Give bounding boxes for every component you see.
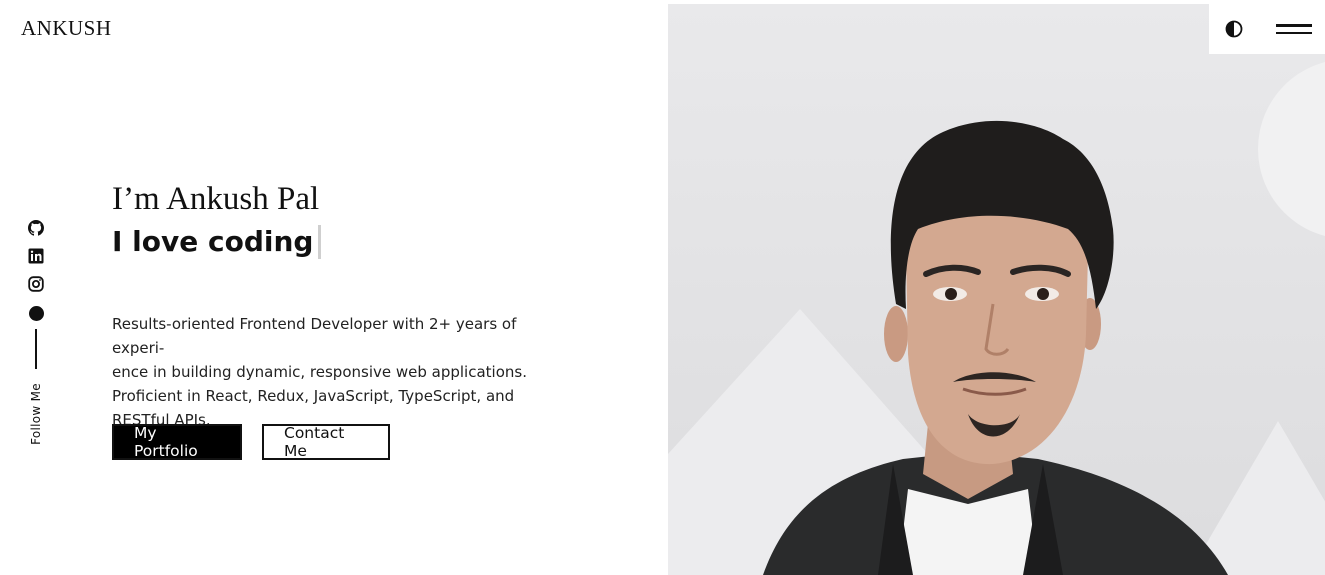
github-icon[interactable]	[28, 220, 44, 236]
follow-me-label: Follow Me	[29, 383, 43, 445]
half-circle-contrast-icon[interactable]	[1225, 20, 1243, 38]
page: ANKUSH Follow Me I’m Ankush Pal I love c…	[0, 0, 1325, 575]
social-rail: Follow Me	[26, 220, 46, 445]
hero-buttons: My Portfolio Contact Me	[112, 424, 390, 460]
header-controls	[1209, 4, 1325, 54]
dot-icon[interactable]	[28, 306, 44, 321]
description-line: Results-oriented Frontend Developer with…	[112, 315, 517, 357]
description-line: ence in building dynamic, responsive web…	[112, 363, 527, 381]
menu-bar	[1276, 24, 1312, 27]
hero-description: Results-oriented Frontend Developer with…	[112, 312, 572, 432]
menu-bar	[1276, 31, 1312, 34]
my-portfolio-button[interactable]: My Portfolio	[112, 424, 242, 460]
profile-photo-illustration	[668, 4, 1325, 575]
site-logo[interactable]: ANKUSH	[21, 16, 112, 41]
hero-tagline-wrap: I love coding	[112, 225, 582, 259]
hamburger-menu-icon[interactable]	[1276, 20, 1312, 38]
contact-me-button[interactable]: Contact Me	[262, 424, 390, 460]
hero-greeting: I’m Ankush Pal	[112, 181, 320, 217]
typing-caret	[318, 225, 322, 259]
linkedin-icon[interactable]	[28, 248, 44, 264]
hero-intro: I’m Ankush Pal I love coding	[112, 180, 582, 259]
hero-tagline: I love coding	[112, 225, 314, 258]
instagram-icon[interactable]	[28, 276, 44, 292]
description-line: Proficient in React, Redux, JavaScript, …	[112, 387, 515, 405]
rail-divider	[35, 329, 37, 369]
profile-photo	[668, 4, 1325, 575]
